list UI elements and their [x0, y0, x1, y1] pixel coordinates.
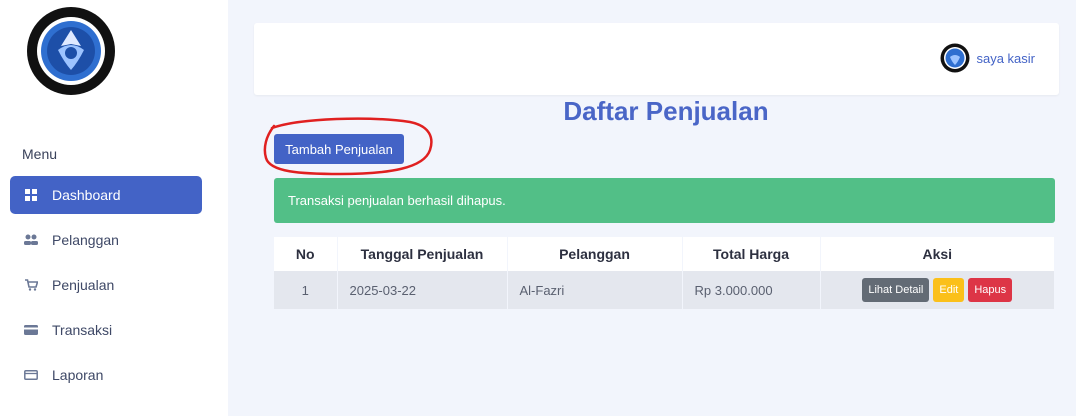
edit-button[interactable]: Edit: [933, 278, 965, 302]
cell-actions: Lihat Detail Edit Hapus: [819, 271, 1054, 309]
sidebar-item-pelanggan[interactable]: Pelanggan: [10, 221, 202, 259]
sidebar-item-label: Pelanggan: [52, 232, 119, 248]
sidebar: Menu Dashboard Pelanggan Penjualan Trans…: [0, 0, 228, 416]
column-header-total: Total Harga: [681, 237, 820, 271]
delete-button[interactable]: Hapus: [968, 278, 1013, 302]
avatar: [940, 43, 970, 73]
column-header-date: Tanggal Penjualan: [336, 237, 507, 271]
cell-customer: Al-Fazri: [506, 271, 682, 309]
document-icon: [24, 368, 38, 382]
sidebar-item-label: Transaksi: [52, 322, 113, 338]
sidebar-item-label: Penjualan: [52, 277, 115, 293]
table-row: 1 2025-03-22 Al-Fazri Rp 3.000.000 Lihat…: [274, 271, 1054, 309]
users-icon: [24, 233, 38, 247]
sidebar-item-transaksi[interactable]: Transaksi: [10, 311, 202, 349]
cell-total: Rp 3.000.000: [681, 271, 820, 309]
menu-title: Menu: [22, 146, 58, 162]
user-name: saya kasir: [976, 50, 1035, 66]
sidebar-item-dashboard[interactable]: Dashboard: [10, 176, 202, 214]
cart-icon: [24, 278, 38, 292]
table-header-row: No Tanggal Penjualan Pelanggan Total Har…: [274, 237, 1054, 271]
success-alert: Transaksi penjualan berhasil dihapus.: [274, 178, 1055, 223]
cell-no: 1: [274, 271, 337, 309]
column-header-actions: Aksi: [819, 237, 1054, 271]
grid-icon: [24, 188, 38, 202]
cell-date: 2025-03-22: [336, 271, 507, 309]
column-header-customer: Pelanggan: [506, 237, 682, 271]
view-detail-button[interactable]: Lihat Detail: [862, 278, 930, 302]
sidebar-item-laporan[interactable]: Laporan: [10, 356, 202, 394]
sales-table: No Tanggal Penjualan Pelanggan Total Har…: [274, 237, 1054, 309]
user-menu[interactable]: saya kasir: [940, 43, 1035, 73]
add-sale-button[interactable]: Tambah Penjualan: [274, 134, 404, 164]
topbar: saya kasir: [254, 23, 1059, 95]
sidebar-nav: Dashboard Pelanggan Penjualan Transaksi …: [10, 176, 202, 401]
sidebar-item-label: Dashboard: [52, 187, 121, 203]
sidebar-item-label: Laporan: [52, 367, 104, 383]
sidebar-item-penjualan[interactable]: Penjualan: [10, 266, 202, 304]
credit-card-icon: [24, 323, 38, 337]
logo-icon: [27, 7, 115, 95]
column-header-no: No: [274, 237, 337, 271]
